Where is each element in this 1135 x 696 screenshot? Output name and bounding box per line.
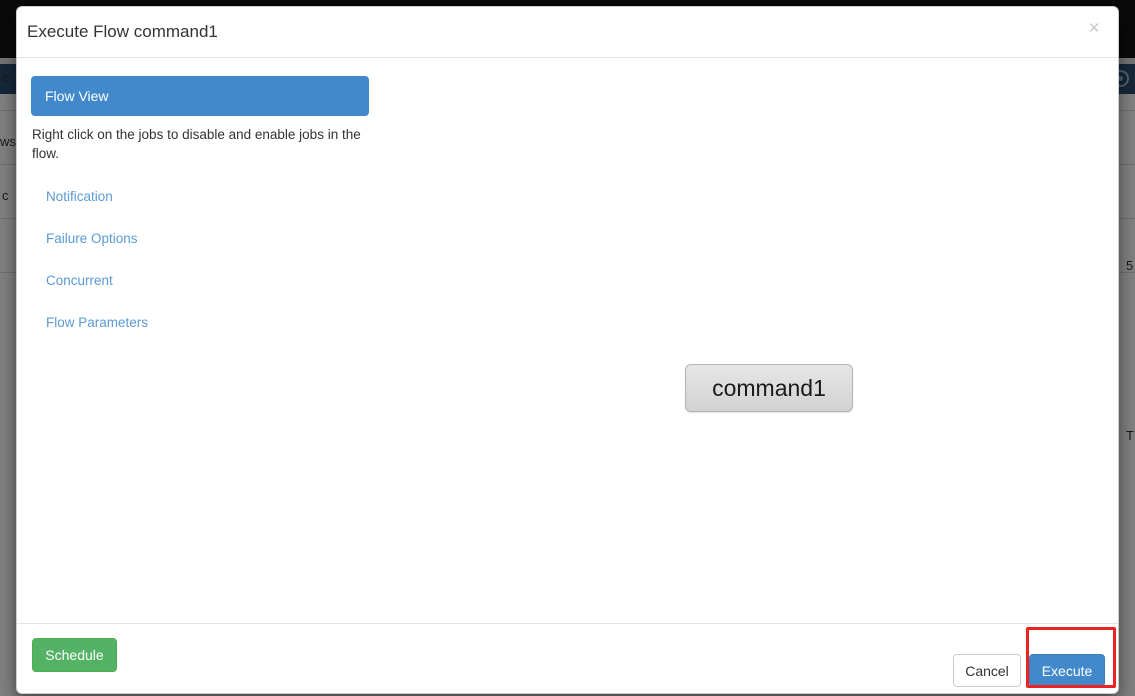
sidebar-item-notification[interactable]: Notification: [31, 176, 369, 218]
flow-options-links: Notification Failure Options Concurrent …: [31, 176, 369, 344]
flow-options-sidebar: Flow View Right click on the jobs to dis…: [31, 76, 369, 344]
modal-header: Execute Flow command1 ×: [17, 7, 1118, 58]
modal-title: Execute Flow command1: [27, 22, 218, 41]
flow-node-command1[interactable]: command1: [685, 364, 853, 412]
sidebar-item-concurrent[interactable]: Concurrent: [31, 260, 369, 302]
modal-body: Flow View Right click on the jobs to dis…: [17, 58, 1118, 623]
tab-flow-view-label: Flow View: [45, 88, 109, 104]
tab-flow-view[interactable]: Flow View: [31, 76, 369, 116]
modal-footer: Schedule Cancel Execute: [17, 623, 1118, 693]
cancel-button[interactable]: Cancel: [953, 654, 1021, 687]
sidebar-item-failure-options[interactable]: Failure Options: [31, 218, 369, 260]
execute-button[interactable]: Execute: [1029, 654, 1105, 687]
flow-graph-canvas[interactable]: command1: [387, 58, 1118, 623]
flow-node-label: command1: [712, 374, 826, 401]
sidebar-item-flow-parameters[interactable]: Flow Parameters: [31, 302, 369, 344]
execute-flow-modal: Execute Flow command1 × Flow View Right …: [16, 6, 1119, 694]
flow-view-description: Right click on the jobs to disable and e…: [32, 127, 361, 161]
close-icon[interactable]: ×: [1083, 18, 1105, 40]
schedule-button[interactable]: Schedule: [32, 638, 117, 672]
